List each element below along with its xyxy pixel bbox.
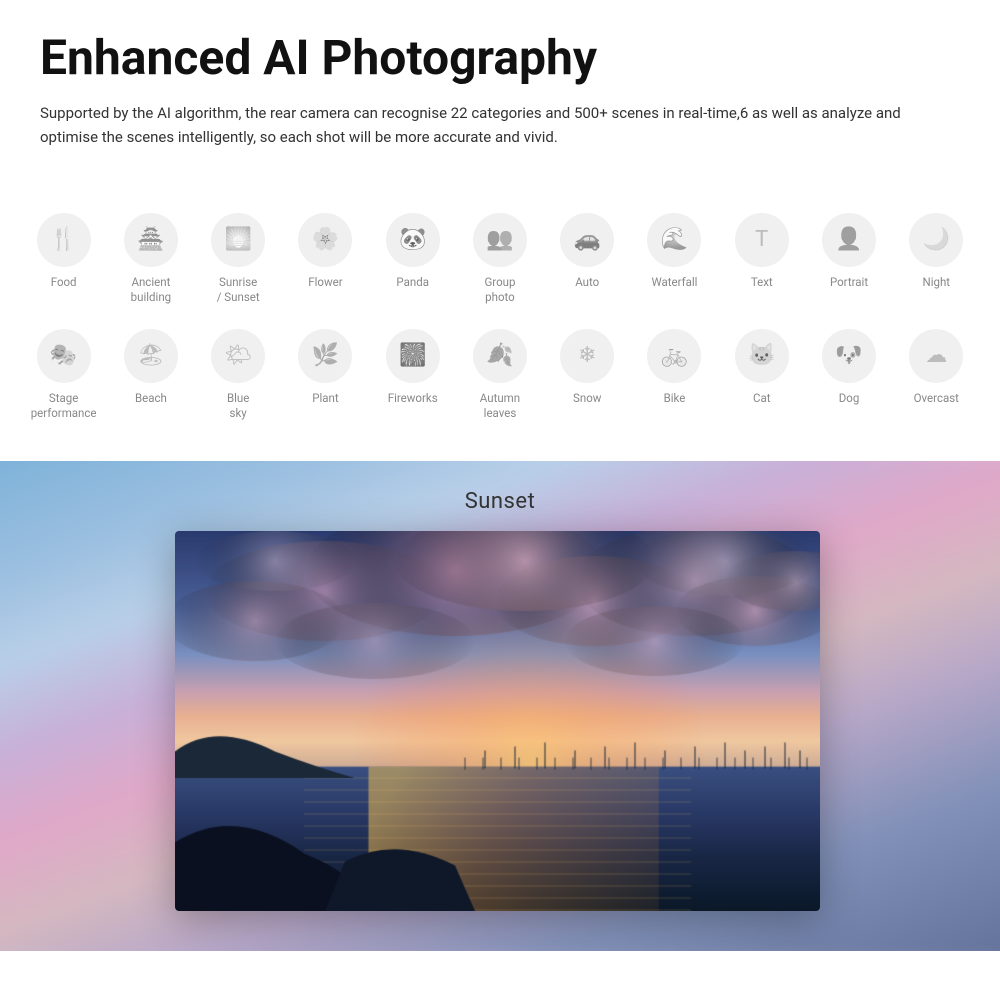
categories-section: 🍴 Food 🏯 Ancient building 🌅 Sunrise / Sunset 🌸…	[0, 205, 1000, 461]
category-item-panda[interactable]: 🐼 Panda	[369, 205, 456, 313]
text-icon: T	[735, 213, 789, 267]
waterfall-icon: 🌊	[647, 213, 701, 267]
plant-label: Plant	[312, 391, 338, 406]
category-item-fireworks[interactable]: 🎆 Fireworks	[369, 321, 456, 429]
auto-label: Auto	[575, 275, 599, 290]
ancient-building-label: Ancient building	[131, 275, 171, 305]
stage-performance-icon: 🎭	[37, 329, 91, 383]
food-label: Food	[51, 275, 77, 290]
cat-icon: 🐱	[735, 329, 789, 383]
overcast-label: Overcast	[914, 391, 959, 406]
fireworks-label: Fireworks	[388, 391, 438, 406]
category-item-food[interactable]: 🍴 Food	[20, 205, 107, 313]
autumn-leaves-label: Autumn leaves	[480, 391, 520, 421]
autumn-leaves-icon: 🍂	[473, 329, 527, 383]
category-item-flower[interactable]: 🌸 Flower	[282, 205, 369, 313]
category-item-plant[interactable]: 🌿 Plant	[282, 321, 369, 429]
group-photo-label: Group photo	[484, 275, 515, 305]
blue-sky-label: Blue sky	[227, 391, 249, 421]
night-label: Night	[923, 275, 951, 290]
snow-icon: ❄	[560, 329, 614, 383]
sunrise-sunset-icon: 🌅	[211, 213, 265, 267]
overcast-icon: ☁	[909, 329, 963, 383]
category-item-beach[interactable]: 🏖 Beach	[107, 321, 194, 429]
flower-label: Flower	[308, 275, 342, 290]
snow-label: Snow	[573, 391, 601, 406]
stage-performance-label: Stage performance	[31, 391, 97, 421]
page-description: Supported by the AI algorithm, the rear …	[40, 101, 960, 149]
panda-label: Panda	[396, 275, 429, 290]
sunset-canvas	[175, 531, 820, 911]
group-photo-icon: 👥	[473, 213, 527, 267]
category-item-waterfall[interactable]: 🌊 Waterfall	[631, 205, 718, 313]
category-item-ancient-building[interactable]: 🏯 Ancient building	[107, 205, 194, 313]
category-item-overcast[interactable]: ☁ Overcast	[893, 321, 980, 429]
plant-icon: 🌿	[298, 329, 352, 383]
category-row-2: 🎭 Stage performance 🏖 Beach 🌤 Blue sky 🌿 Plant 🎆…	[20, 321, 980, 429]
category-item-blue-sky[interactable]: 🌤 Blue sky	[195, 321, 282, 429]
category-item-bike[interactable]: 🚲 Bike	[631, 321, 718, 429]
blue-sky-icon: 🌤	[211, 329, 265, 383]
main-image-frame	[175, 531, 820, 911]
category-item-auto[interactable]: 🚗 Auto	[544, 205, 631, 313]
category-item-night[interactable]: 🌙 Night	[893, 205, 980, 313]
category-row-1: 🍴 Food 🏯 Ancient building 🌅 Sunrise / Sunset 🌸…	[20, 205, 980, 313]
waterfall-label: Waterfall	[652, 275, 698, 290]
image-section: Sunset	[0, 461, 1000, 951]
food-icon: 🍴	[37, 213, 91, 267]
bike-icon: 🚲	[647, 329, 701, 383]
dog-label: Dog	[839, 391, 860, 406]
category-item-group-photo[interactable]: 👥 Group photo	[456, 205, 543, 313]
beach-label: Beach	[135, 391, 167, 406]
sunrise-sunset-label: Sunrise / Sunset	[217, 275, 260, 305]
category-item-cat[interactable]: 🐱 Cat	[718, 321, 805, 429]
category-item-stage-performance[interactable]: 🎭 Stage performance	[20, 321, 107, 429]
category-item-sunrise-sunset[interactable]: 🌅 Sunrise / Sunset	[195, 205, 282, 313]
text-label: Text	[751, 275, 773, 290]
ancient-building-icon: 🏯	[124, 213, 178, 267]
category-item-dog[interactable]: 🐶 Dog	[805, 321, 892, 429]
sunset-label: Sunset	[465, 489, 536, 514]
beach-icon: 🏖	[124, 329, 178, 383]
bike-label: Bike	[664, 391, 686, 406]
dog-icon: 🐶	[822, 329, 876, 383]
category-item-autumn-leaves[interactable]: 🍂 Autumn leaves	[456, 321, 543, 429]
top-section: Enhanced AI Photography Supported by the…	[0, 0, 1000, 205]
flower-icon: 🌸	[298, 213, 352, 267]
portrait-label: Portrait	[830, 275, 868, 290]
cat-label: Cat	[753, 391, 771, 406]
night-icon: 🌙	[909, 213, 963, 267]
category-item-text[interactable]: T Text	[718, 205, 805, 313]
fireworks-icon: 🎆	[386, 329, 440, 383]
panda-icon: 🐼	[386, 213, 440, 267]
page-title: Enhanced AI Photography	[40, 32, 960, 85]
portrait-icon: 👤	[822, 213, 876, 267]
category-item-snow[interactable]: ❄ Snow	[544, 321, 631, 429]
auto-icon: 🚗	[560, 213, 614, 267]
category-item-portrait[interactable]: 👤 Portrait	[805, 205, 892, 313]
